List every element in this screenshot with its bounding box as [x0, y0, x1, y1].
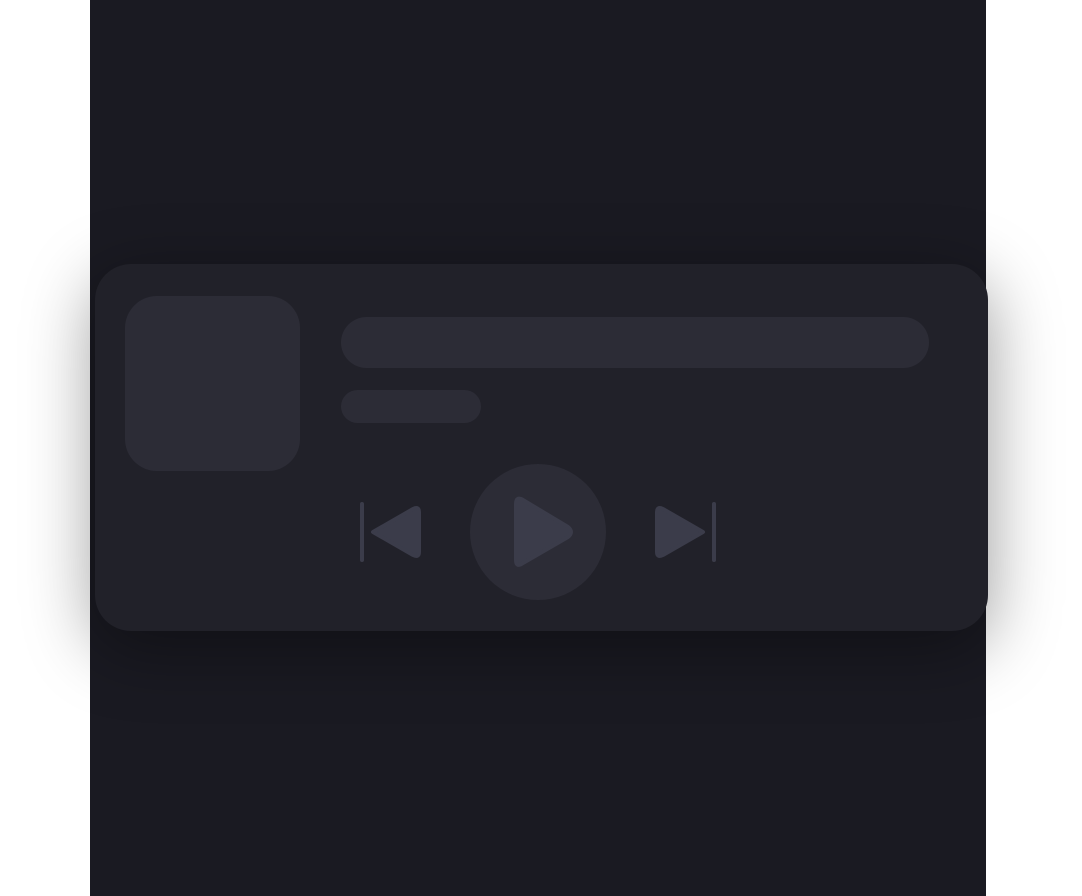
play-button[interactable]: [470, 464, 606, 600]
skip-next-icon: [655, 502, 716, 562]
playback-controls: [95, 264, 988, 631]
previous-track-button[interactable]: [357, 500, 423, 564]
music-player-card: [95, 264, 988, 631]
skip-previous-icon: [360, 502, 421, 562]
play-icon: [514, 496, 573, 567]
next-track-button[interactable]: [653, 500, 719, 564]
